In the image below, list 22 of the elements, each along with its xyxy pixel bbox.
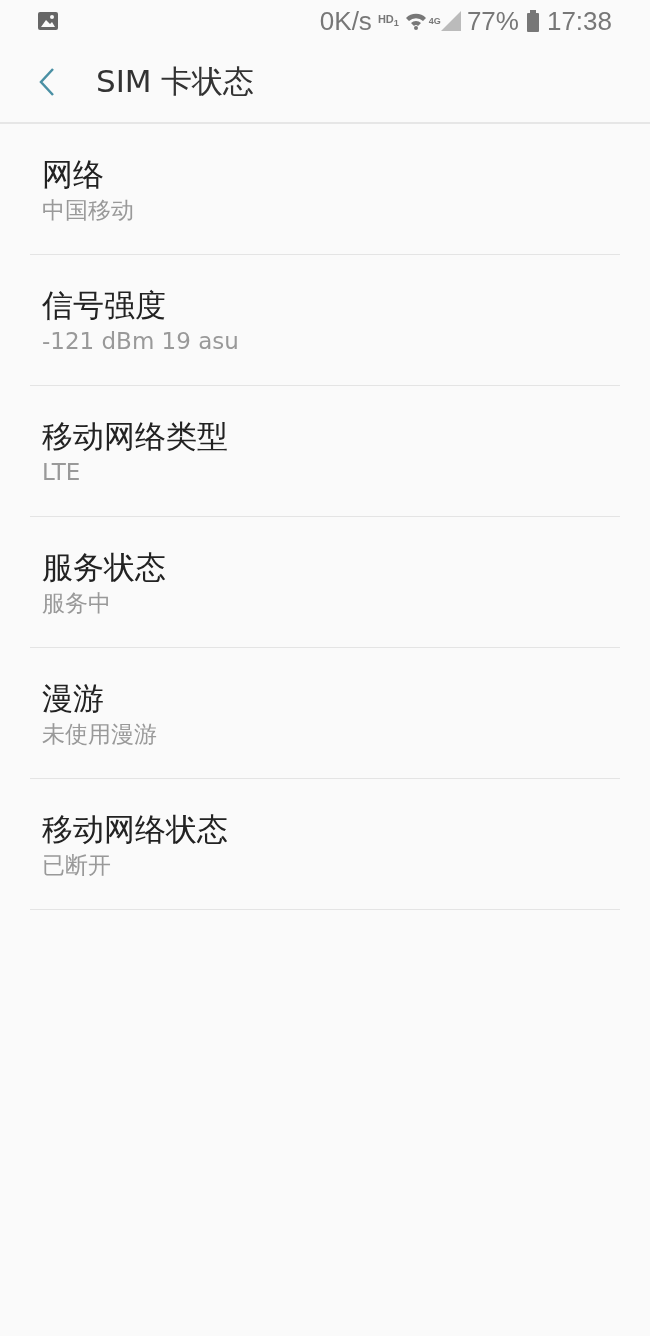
setting-title: 漫游 [42,679,104,718]
wifi-icon [404,12,427,30]
battery-icon [526,10,539,32]
setting-value: 已断开 [42,851,111,880]
signal-icon [440,11,461,31]
setting-title: 服务状态 [42,548,166,587]
page-title: SIM 卡状态 [96,62,255,101]
setting-title: 信号强度 [42,286,166,325]
setting-value: LTE [42,458,81,487]
setting-title: 移动网络状态 [42,810,228,849]
clock: 17:38 [546,5,612,37]
setting-value: 服务中 [42,589,111,618]
setting-value: 中国移动 [42,196,134,225]
setting-title: 网络 [42,155,104,194]
network-speed: 0K/s [319,5,372,37]
hd-label: HD$_{1}$ [377,13,399,29]
picture-icon [38,12,58,30]
setting-value: -121 dBm 19 asu [42,327,239,356]
network-type: 4G [428,16,441,26]
setting-title: 移动网络类型 [42,417,228,456]
battery-percent: 77% [466,5,519,37]
setting-value: 未使用漫游 [42,720,157,749]
